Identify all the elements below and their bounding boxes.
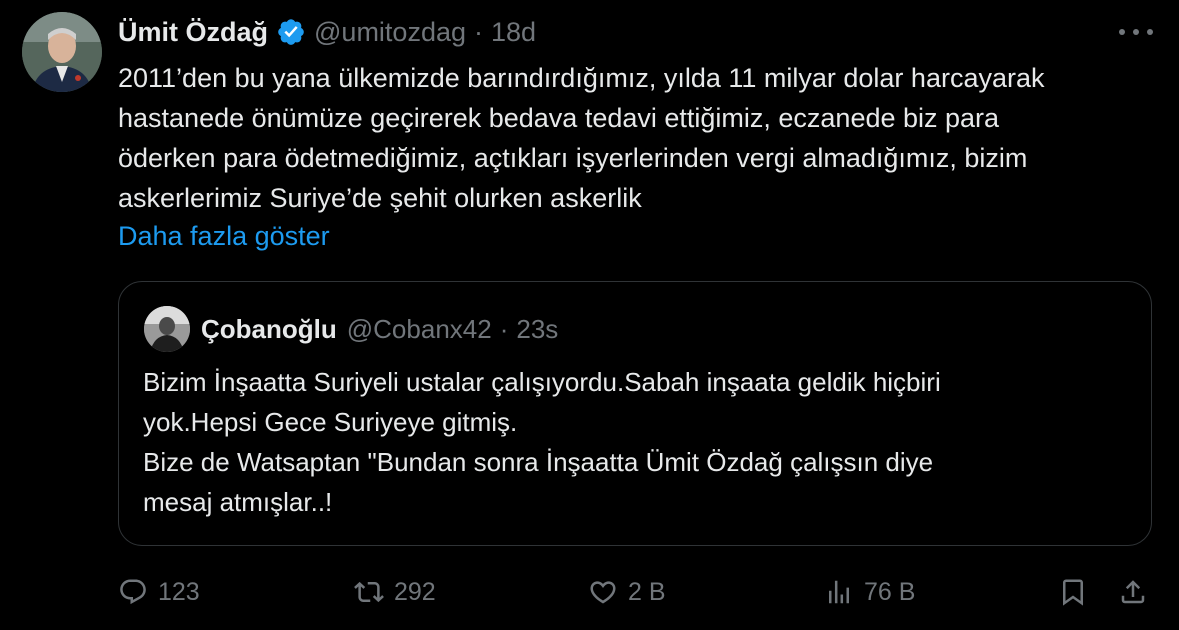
quote-author-handle[interactable]: @Cobanx42: [347, 314, 492, 345]
bookmark-button[interactable]: [1058, 572, 1098, 612]
reply-button[interactable]: 123: [118, 572, 200, 612]
tweet-header: Ümit Özdağ @umitozdag · 18d: [118, 14, 536, 50]
retweet-icon: [354, 581, 384, 603]
views-icon: [829, 580, 849, 604]
reply-icon: [120, 579, 146, 605]
quote-text: Bizim İnşaatta Suriyeli ustalar çalışıyo…: [143, 367, 941, 517]
views-button[interactable]: 76 B: [824, 572, 915, 612]
tweet-time[interactable]: 18d: [491, 17, 536, 48]
like-button[interactable]: 2 B: [588, 572, 666, 612]
quote-separator: ·: [499, 313, 509, 344]
share-icon: [1121, 580, 1145, 604]
views-count: 76 B: [864, 577, 916, 606]
retweet-button[interactable]: 292: [354, 572, 436, 612]
bookmark-icon: [1063, 579, 1083, 606]
more-icon[interactable]: [1119, 22, 1153, 42]
show-more-link[interactable]: Daha fazla göster: [118, 216, 330, 256]
quote-author-avatar[interactable]: [144, 306, 190, 352]
verified-badge-icon: [278, 19, 304, 45]
like-count: 2 B: [628, 577, 666, 606]
quote-header: Çobanoğlu @Cobanx42 · 23s: [201, 310, 558, 348]
header-separator: ·: [474, 16, 483, 47]
author-avatar-image: [22, 12, 102, 92]
tweet-text: 2011’den bu yana ülkemizde barındırdığım…: [118, 63, 1045, 213]
action-bar: 123 292 2 B 76 B: [118, 572, 1158, 612]
author-handle[interactable]: @umitozdag: [314, 17, 466, 48]
like-icon: [590, 581, 616, 604]
retweet-count: 292: [394, 577, 436, 606]
quote-author-name[interactable]: Çobanoğlu: [201, 314, 337, 345]
author-avatar[interactable]: [22, 12, 102, 92]
reply-count: 123: [158, 577, 200, 606]
quote-avatar-image: [144, 306, 190, 352]
author-name[interactable]: Ümit Özdağ: [118, 17, 268, 48]
share-button[interactable]: [1118, 572, 1158, 612]
quote-time[interactable]: 23s: [516, 314, 558, 345]
